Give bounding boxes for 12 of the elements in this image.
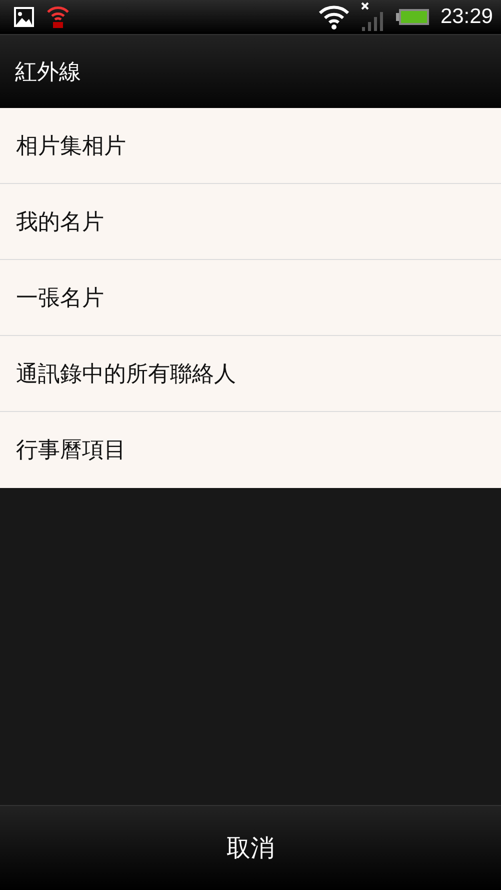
clock: 23:29 — [440, 5, 493, 29]
list-item[interactable]: 行事曆項目 — [0, 412, 501, 488]
wifi-icon — [318, 4, 350, 30]
list-item[interactable]: 相片集相片 — [0, 108, 501, 184]
list-item[interactable]: 我的名片 — [0, 184, 501, 260]
infrared-icon — [45, 4, 71, 30]
list-item[interactable]: 一張名片 — [0, 260, 501, 336]
cancel-button[interactable]: 取消 — [0, 806, 501, 890]
picture-icon — [13, 6, 35, 28]
dialog-title: 紅外線 — [15, 58, 81, 86]
list-item[interactable]: 通訊錄中的所有聯絡人 — [0, 336, 501, 412]
battery-icon — [396, 8, 430, 26]
